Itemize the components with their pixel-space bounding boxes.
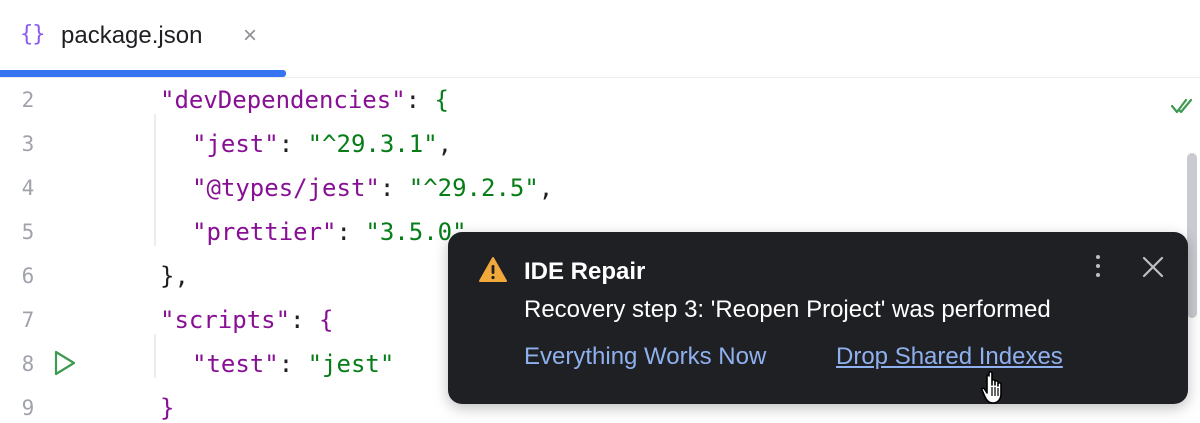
json-colon: : <box>278 350 308 378</box>
ide-repair-notification: IDE Repair Recovery step 3: 'Reopen Proj… <box>448 232 1188 404</box>
more-options-icon[interactable] <box>1088 250 1108 282</box>
code-line-5: "prettier": "3.5.0" <box>192 217 467 247</box>
close-icon[interactable] <box>1140 254 1166 280</box>
notification-message: Recovery step 3: 'Reopen Project' was pe… <box>524 296 1051 323</box>
json-brace: { <box>434 86 449 114</box>
line-number: 5 <box>21 220 35 244</box>
active-tab-indicator <box>0 70 286 77</box>
json-colon: : <box>336 218 366 246</box>
json-value: "^29.3.1" <box>307 130 438 158</box>
drop-shared-indexes-link[interactable]: Drop Shared Indexes <box>836 343 1063 371</box>
line-number: 4 <box>21 176 35 200</box>
json-brace: }, <box>160 262 189 290</box>
tab-package-json[interactable]: {} package.json × <box>0 0 286 77</box>
json-brace: { <box>318 306 334 334</box>
json-key: "@types/jest" <box>192 174 380 202</box>
code-line-9: } <box>160 393 174 423</box>
json-colon: : <box>290 306 319 334</box>
line-number: 2 <box>21 88 35 112</box>
json-colon: : <box>405 86 435 114</box>
json-braces-icon: {} <box>20 22 45 47</box>
line-number: 3 <box>21 132 35 156</box>
json-value: "jest" <box>307 350 395 378</box>
json-comma: , <box>437 130 453 158</box>
close-tab-icon[interactable]: × <box>243 22 257 50</box>
json-key: "test" <box>192 350 279 378</box>
code-line-7: "scripts": { <box>160 305 333 335</box>
json-key: "scripts" <box>160 306 291 334</box>
json-key: "prettier" <box>192 218 337 246</box>
json-key: "jest" <box>192 130 279 158</box>
hand-pointer-cursor-icon <box>981 371 1002 404</box>
line-number: 7 <box>21 308 35 332</box>
everything-works-now-link[interactable]: Everything Works Now <box>524 343 766 371</box>
json-comma: , <box>538 174 554 202</box>
tab-label: package.json <box>61 22 203 49</box>
code-line-6: }, <box>160 261 189 291</box>
line-number: 9 <box>21 396 35 420</box>
line-number: 8 <box>21 352 35 376</box>
code-line-2: "devDependencies": { <box>160 85 449 115</box>
json-colon: : <box>379 174 409 202</box>
line-number-gutter: 2 3 4 5 6 7 8 9 <box>0 78 124 420</box>
json-colon: : <box>278 130 308 158</box>
run-test-icon[interactable] <box>52 349 78 377</box>
vertical-scrollbar[interactable] <box>1187 153 1197 318</box>
code-line-4: "@types/jest": "^29.2.5", <box>192 173 553 203</box>
line-number: 6 <box>21 264 35 288</box>
json-brace: } <box>160 394 175 422</box>
code-line-8: "test": "jest" <box>192 349 394 379</box>
indent-guide <box>154 334 156 378</box>
code-line-3: "jest": "^29.3.1", <box>192 129 452 159</box>
json-key: "devDependencies" <box>160 86 406 114</box>
warning-icon <box>479 257 507 282</box>
editor-tab-bar: {} package.json × <box>0 0 1200 78</box>
notification-title: IDE Repair <box>524 258 646 285</box>
indent-guide <box>154 114 156 246</box>
json-value: "^29.2.5" <box>408 174 539 202</box>
inspection-ok-icon[interactable] <box>1170 96 1194 116</box>
